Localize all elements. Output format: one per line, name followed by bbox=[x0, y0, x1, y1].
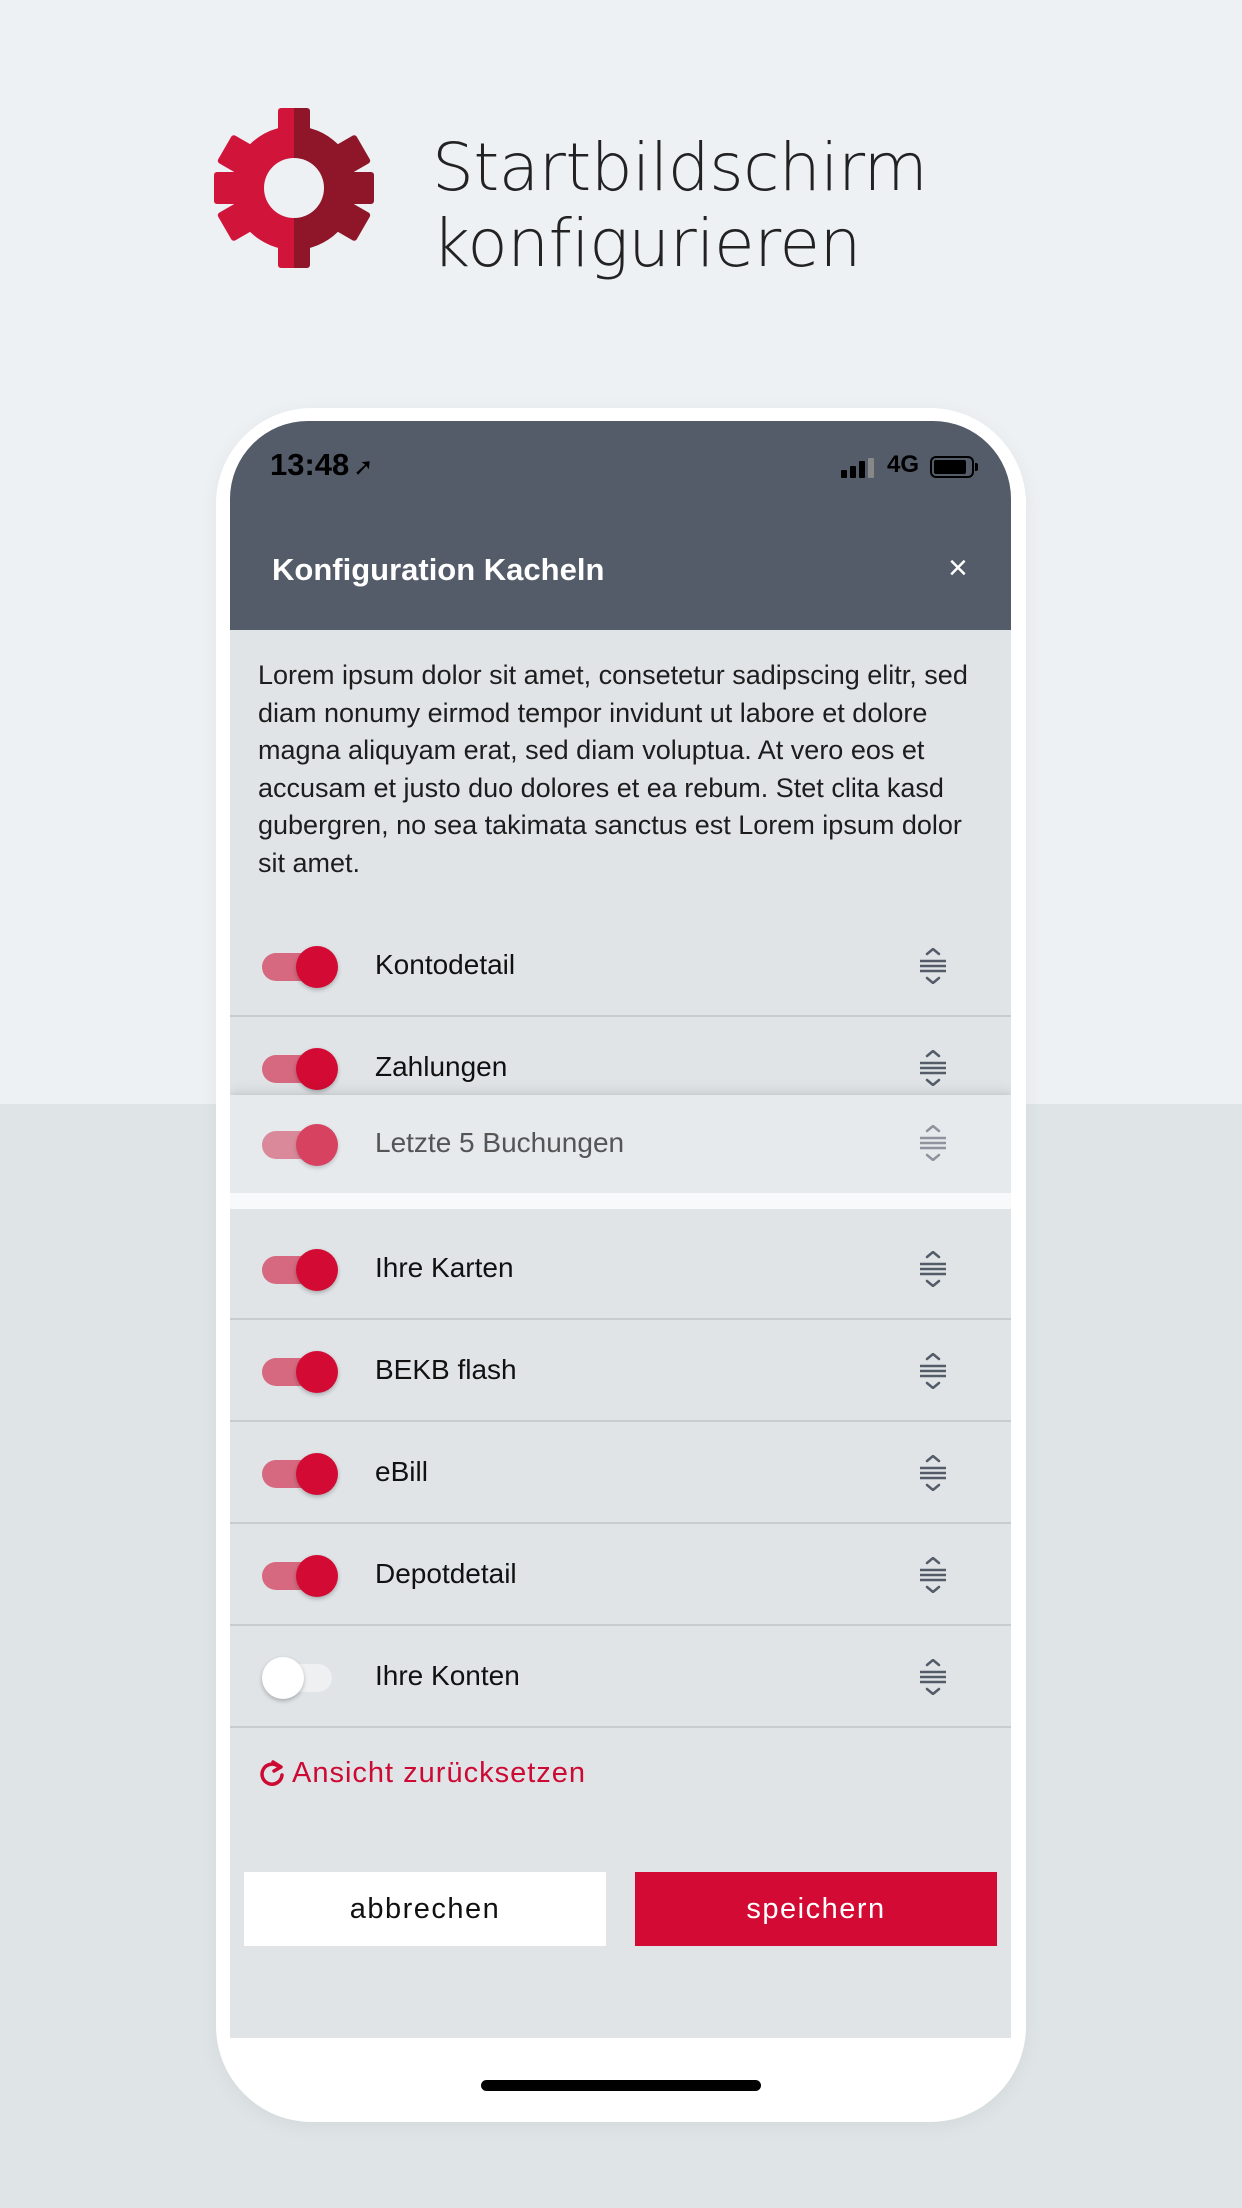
tile-toggle[interactable] bbox=[262, 1657, 338, 1699]
tile-label: Zahlungen bbox=[375, 1051, 508, 1082]
tile-toggle[interactable] bbox=[262, 1351, 338, 1393]
tile-label: Ihre Konten bbox=[375, 1660, 520, 1691]
drag-handle-icon[interactable] bbox=[918, 1557, 948, 1593]
status-bar: 13:48 ➚ 4G bbox=[230, 421, 1011, 516]
hero-title-line1: Startbildschirm bbox=[432, 129, 928, 206]
reset-icon bbox=[260, 1760, 284, 1786]
drag-handle-icon[interactable] bbox=[918, 948, 948, 984]
drag-handle-icon[interactable] bbox=[918, 1251, 948, 1287]
header-title: Konfiguration Kacheln bbox=[272, 552, 605, 587]
location-arrow-icon: ➚ bbox=[353, 454, 374, 481]
tile-row[interactable]: Depotdetail bbox=[230, 1524, 1011, 1626]
tile-row[interactable]: eBill bbox=[230, 1422, 1011, 1524]
tile-label: Depotdetail bbox=[375, 1558, 517, 1589]
phone-screen: 13:48 ➚ 4G Konfiguration Kacheln × Lorem … bbox=[230, 421, 1011, 2038]
dragging-tile-row[interactable]: Letzte 5 Buchungen bbox=[230, 1095, 1011, 1193]
intro-text: Lorem ipsum dolor sit amet, consetetur s… bbox=[258, 660, 968, 878]
header-bar: Konfiguration Kacheln × bbox=[230, 516, 1011, 630]
tile-row[interactable]: Ihre Karten bbox=[230, 1218, 1011, 1320]
tile-toggle[interactable] bbox=[262, 946, 338, 988]
reset-label: Ansicht zurücksetzen bbox=[292, 1757, 587, 1789]
home-indicator[interactable] bbox=[481, 2080, 761, 2091]
save-button[interactable]: speichern bbox=[635, 1872, 997, 1946]
gear-icon bbox=[214, 108, 374, 268]
close-icon[interactable]: × bbox=[948, 548, 968, 588]
reset-view-link[interactable]: Ansicht zurücksetzen bbox=[258, 1757, 586, 1790]
battery-icon bbox=[930, 456, 978, 478]
tile-row[interactable]: Ihre Konten bbox=[230, 1626, 1011, 1728]
tile-toggle[interactable] bbox=[262, 1453, 338, 1495]
tile-toggle[interactable] bbox=[262, 1249, 338, 1291]
tile-row[interactable]: Kontodetail bbox=[230, 915, 1011, 1017]
drag-handle-icon[interactable] bbox=[918, 1125, 948, 1161]
drag-handle-icon[interactable] bbox=[918, 1353, 948, 1389]
drag-handle-icon[interactable] bbox=[918, 1659, 948, 1695]
hero-title: Startbildschirm konfigurieren bbox=[432, 129, 928, 282]
tile-toggle[interactable] bbox=[262, 1555, 338, 1597]
network-label: 4G bbox=[887, 451, 920, 478]
tile-label: Letzte 5 Buchungen bbox=[375, 1127, 625, 1158]
tile-label: BEKB flash bbox=[375, 1354, 517, 1385]
hero-title-line2: konfigurieren bbox=[432, 205, 861, 282]
tile-toggle[interactable] bbox=[262, 1048, 338, 1090]
cancel-button[interactable]: abbrechen bbox=[244, 1872, 606, 1946]
drop-gap bbox=[230, 1193, 1011, 1209]
tile-row[interactable]: BEKB flash bbox=[230, 1320, 1011, 1422]
drag-handle-icon[interactable] bbox=[918, 1050, 948, 1086]
tile-toggle[interactable] bbox=[262, 1124, 338, 1166]
drag-handle-icon[interactable] bbox=[918, 1455, 948, 1491]
tile-label: Kontodetail bbox=[375, 949, 516, 980]
status-time: 13:48 ➚ bbox=[270, 447, 373, 483]
status-time-text: 13:48 bbox=[270, 447, 350, 482]
tile-label: Ihre Karten bbox=[375, 1252, 514, 1283]
tile-label: eBill bbox=[375, 1456, 428, 1487]
